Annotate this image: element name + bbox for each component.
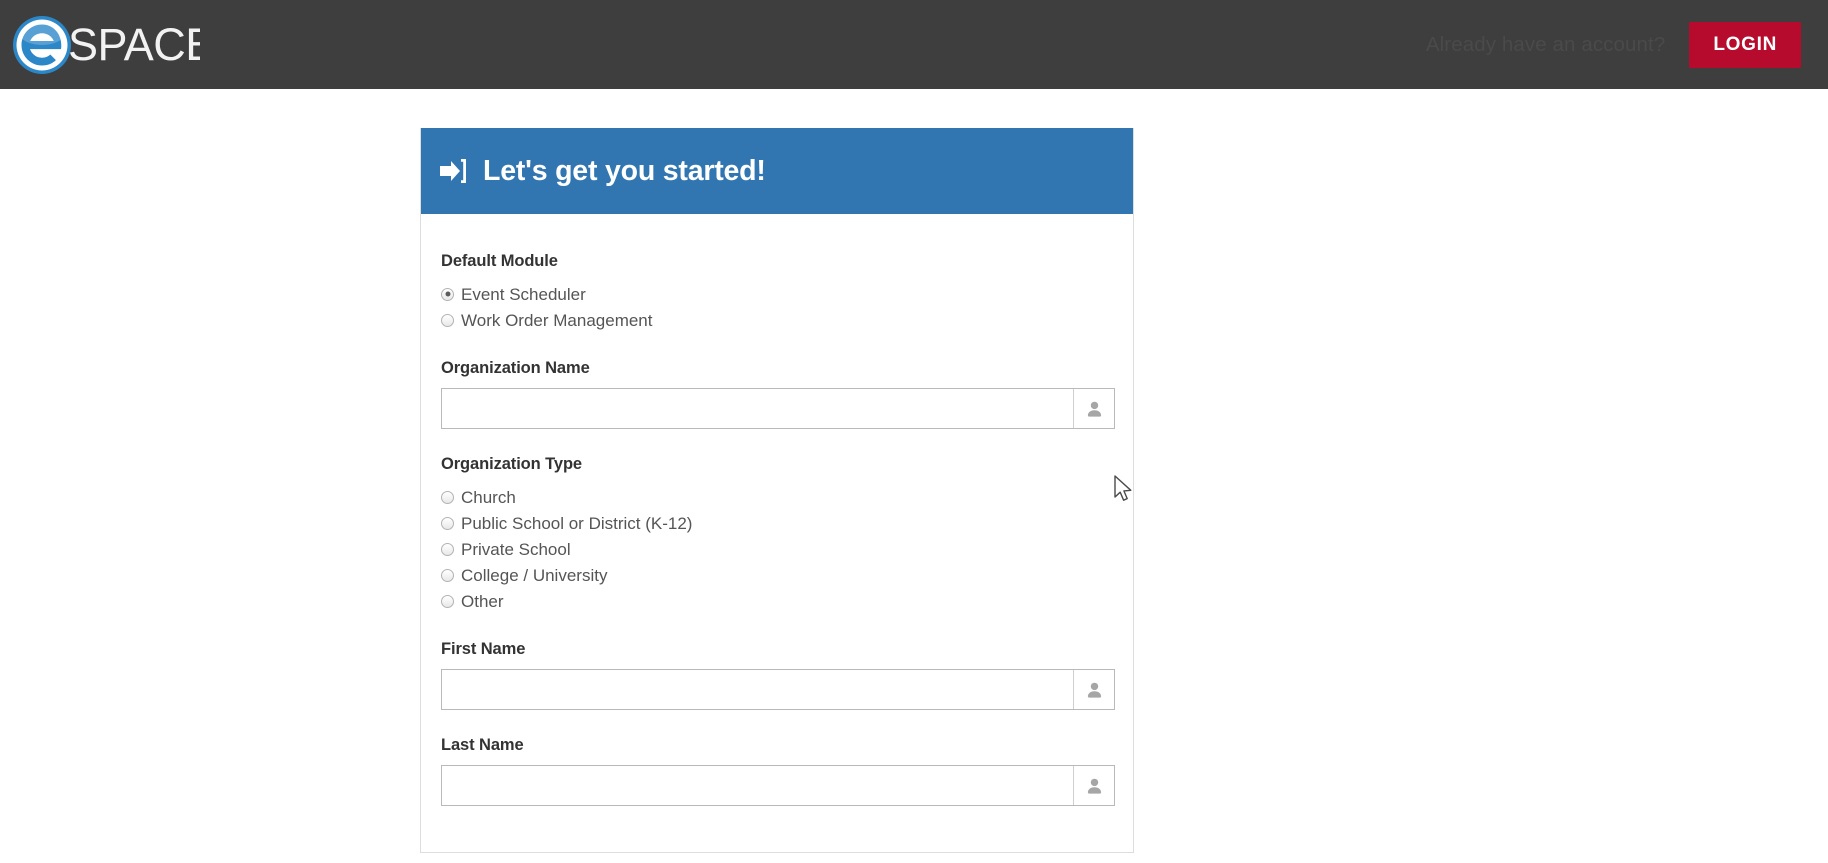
first-name-addon [1073, 670, 1114, 709]
radio-mark-icon[interactable] [441, 595, 454, 608]
radio-college-university[interactable]: College / University [441, 562, 1113, 588]
first-name-group: First Name [441, 640, 1113, 710]
espace-logo: SPACE [12, 14, 200, 76]
panel-body: Default Module Event Scheduler Work Orde… [421, 214, 1133, 852]
radio-mark-icon[interactable] [441, 288, 454, 301]
organization-type-group: Organization Type Church Public School o… [441, 455, 1113, 614]
panel-title: Let's get you started! [483, 157, 766, 186]
default-module-group: Default Module Event Scheduler Work Orde… [441, 252, 1113, 333]
radio-label: Work Order Management [461, 312, 652, 329]
organization-name-input-wrap[interactable] [441, 388, 1115, 429]
svg-text:SPACE: SPACE [68, 19, 200, 70]
organization-name-addon [1073, 389, 1114, 428]
navbar-right-group: Already have an account? LOGIN [1426, 22, 1806, 68]
radio-mark-icon[interactable] [441, 491, 454, 504]
user-icon [1087, 682, 1102, 698]
radio-mark-icon[interactable] [441, 569, 454, 582]
radio-label: Public School or District (K-12) [461, 515, 692, 532]
radio-label: Private School [461, 541, 571, 558]
radio-event-scheduler[interactable]: Event Scheduler [441, 281, 1113, 307]
first-name-input-wrap[interactable] [441, 669, 1115, 710]
organization-type-radio-list: Church Public School or District (K-12) … [441, 484, 1113, 614]
radio-church[interactable]: Church [441, 484, 1113, 510]
panel-header: Let's get you started! [421, 128, 1133, 214]
organization-type-label: Organization Type [441, 455, 1113, 474]
radio-private-school[interactable]: Private School [441, 536, 1113, 562]
radio-work-order-management[interactable]: Work Order Management [441, 307, 1113, 333]
sign-in-icon [439, 156, 469, 186]
last-name-addon [1073, 766, 1114, 805]
radio-mark-icon[interactable] [441, 517, 454, 530]
last-name-label: Last Name [441, 736, 1113, 755]
top-navbar: SPACE Already have an account? LOGIN [0, 0, 1828, 89]
radio-label: Event Scheduler [461, 286, 586, 303]
login-button[interactable]: LOGIN [1689, 22, 1801, 68]
organization-name-input[interactable] [442, 389, 1073, 428]
last-name-group: Last Name [441, 736, 1113, 806]
last-name-input-wrap[interactable] [441, 765, 1115, 806]
organization-name-group: Organization Name [441, 359, 1113, 429]
page-body: Let's get you started! Default Module Ev… [0, 89, 1828, 863]
first-name-input[interactable] [442, 670, 1073, 709]
brand-logo-link[interactable]: SPACE [8, 0, 200, 89]
radio-label: College / University [461, 567, 607, 584]
organization-name-label: Organization Name [441, 359, 1113, 378]
radio-label: Church [461, 489, 516, 506]
already-have-account-text: Already have an account? [1426, 33, 1665, 57]
radio-mark-icon[interactable] [441, 314, 454, 327]
radio-public-school-or-district[interactable]: Public School or District (K-12) [441, 510, 1113, 536]
user-icon [1087, 401, 1102, 417]
default-module-label: Default Module [441, 252, 1113, 271]
first-name-label: First Name [441, 640, 1113, 659]
radio-mark-icon[interactable] [441, 543, 454, 556]
last-name-input[interactable] [442, 766, 1073, 805]
default-module-radio-list: Event Scheduler Work Order Management [441, 281, 1113, 333]
radio-other[interactable]: Other [441, 588, 1113, 614]
radio-label: Other [461, 593, 504, 610]
signup-panel: Let's get you started! Default Module Ev… [420, 128, 1134, 853]
user-icon [1087, 778, 1102, 794]
